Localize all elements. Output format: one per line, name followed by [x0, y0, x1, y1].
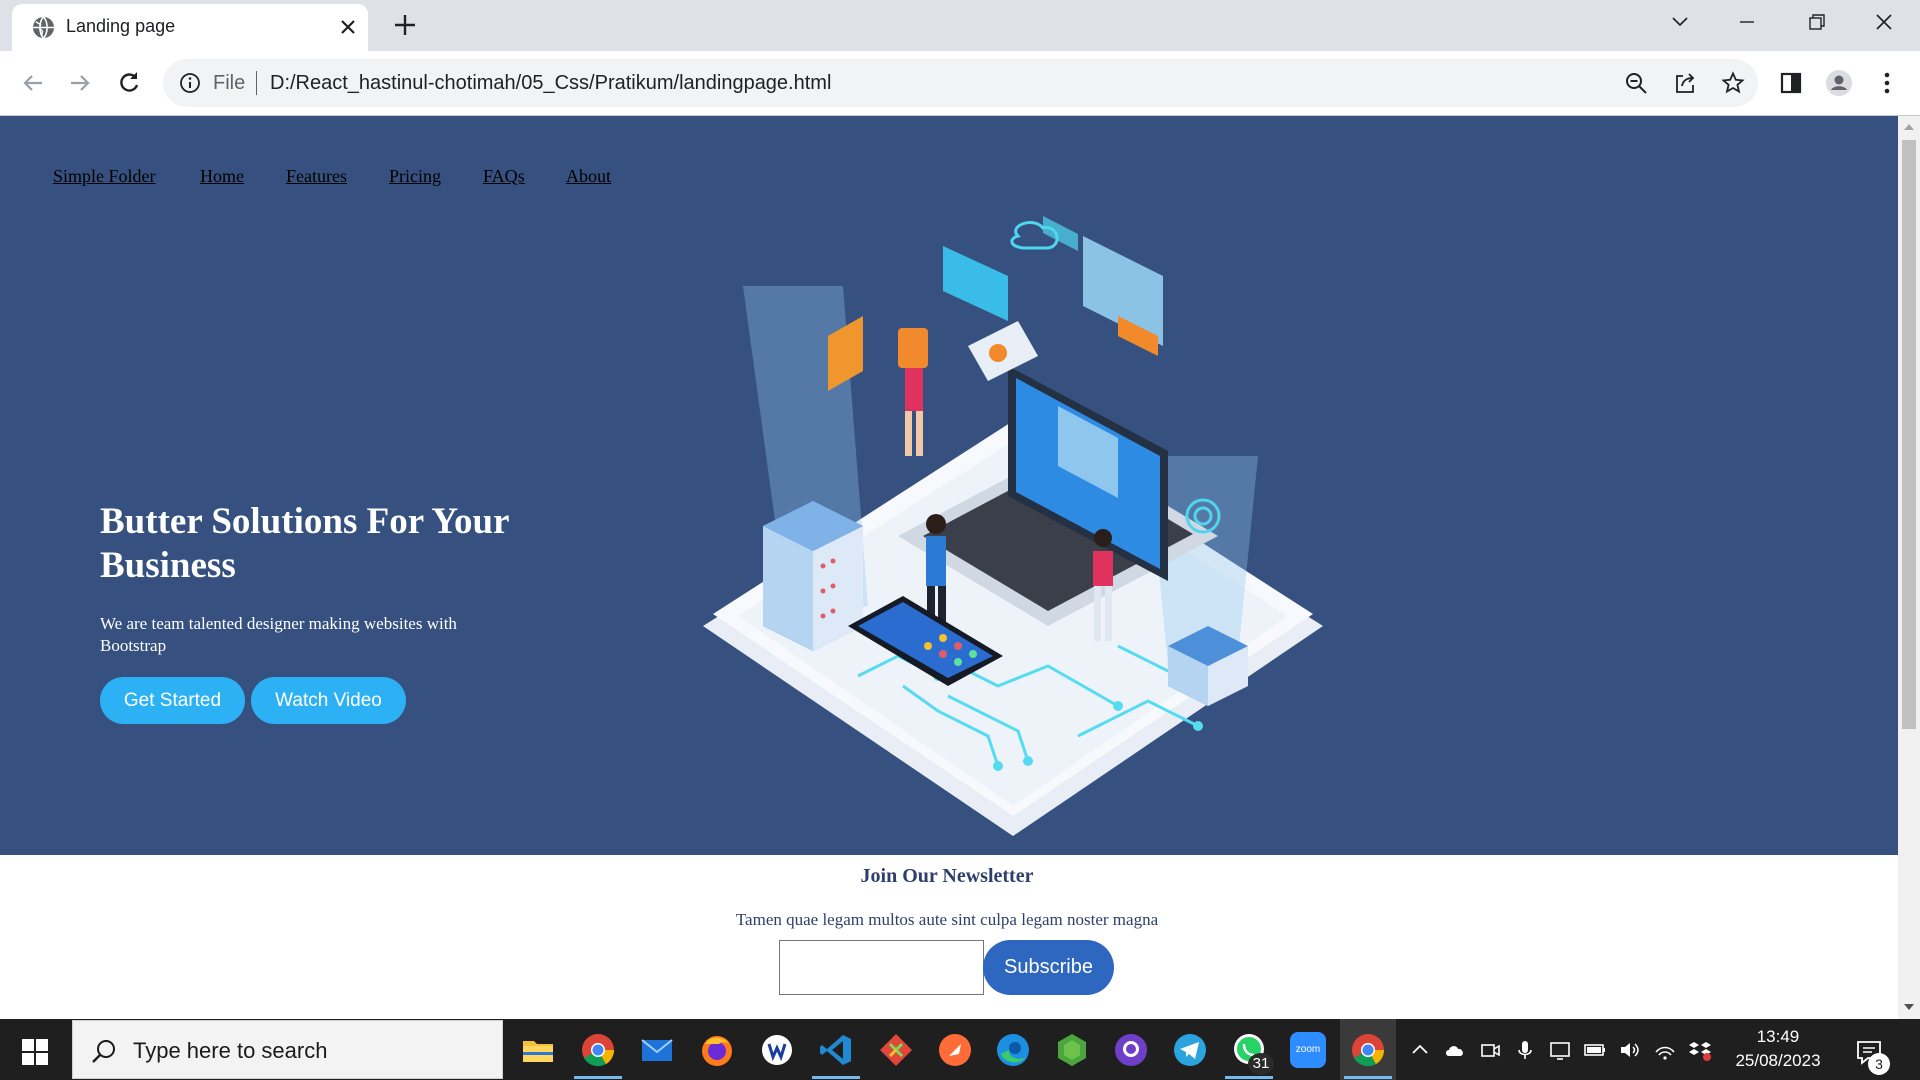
scroll-up-arrow-icon[interactable] — [1903, 122, 1915, 132]
display-icon[interactable] — [1548, 1038, 1572, 1062]
minimize-icon[interactable] — [1729, 8, 1765, 36]
page-scrollbar[interactable] — [1898, 116, 1920, 1019]
file-explorer-icon[interactable] — [520, 1032, 556, 1068]
nav-link-features[interactable]: Features — [286, 166, 347, 187]
browser-toolbar: File D:/React_hastinul-chotimah/05_Css/P… — [0, 51, 1920, 116]
chrome-active-icon[interactable] — [1350, 1032, 1386, 1068]
url-separator — [256, 71, 257, 95]
nav-link-about[interactable]: About — [566, 166, 611, 187]
profile-avatar-icon[interactable] — [1824, 68, 1854, 98]
dropbox-icon[interactable] — [1688, 1038, 1712, 1062]
taskbar-search-placeholder: Type here to search — [133, 1038, 328, 1063]
hero-text-block: Butter Solutions For Your Business We ar… — [100, 500, 560, 657]
reload-icon[interactable] — [114, 68, 144, 98]
tab-title: Landing page — [66, 16, 176, 36]
running-indicator — [1225, 1076, 1273, 1079]
running-indicator — [812, 1076, 860, 1079]
side-panel-icon[interactable] — [1776, 68, 1806, 98]
plus-icon[interactable] — [391, 11, 419, 39]
nav-link-pricing[interactable]: Pricing — [389, 166, 441, 187]
windows-start-icon[interactable] — [22, 1039, 48, 1065]
window-close-icon[interactable] — [1866, 8, 1902, 36]
battery-icon[interactable] — [1583, 1038, 1607, 1062]
nav-link-home[interactable]: Home — [200, 166, 244, 187]
windows-taskbar: Type here to search 31 zoom 13:49 25/08/… — [0, 1019, 1920, 1080]
nav-brand-link[interactable]: Simple Folder — [53, 166, 156, 187]
get-started-button[interactable]: Get Started — [100, 677, 245, 724]
hero-subtitle: We are team talented designer making web… — [100, 614, 457, 655]
wifi-icon[interactable] — [1653, 1038, 1677, 1062]
browser-tab[interactable]: Landing page — [12, 4, 368, 51]
telegram-icon[interactable] — [1172, 1032, 1208, 1068]
search-icon — [92, 1040, 115, 1063]
microphone-icon[interactable] — [1513, 1038, 1537, 1062]
nodejs-icon[interactable] — [1054, 1032, 1090, 1068]
zoom-out-icon[interactable] — [1624, 71, 1648, 95]
floating-ui-panels — [828, 216, 1163, 391]
person-standing-top — [898, 328, 928, 456]
firefox-icon[interactable] — [699, 1032, 735, 1068]
zoom-icon[interactable]: zoom — [1290, 1032, 1326, 1068]
forward-arrow-icon[interactable] — [65, 68, 95, 98]
onedrive-cloud-icon[interactable] — [1443, 1038, 1467, 1062]
taskbar-clock[interactable]: 13:49 25/08/2023 — [1728, 1025, 1828, 1073]
scrollbar-thumb[interactable] — [1902, 140, 1916, 729]
close-icon[interactable] — [336, 15, 360, 39]
running-indicator — [1344, 1076, 1392, 1079]
running-indicator — [574, 1076, 622, 1079]
restore-icon[interactable] — [1798, 8, 1834, 36]
clock-time: 13:49 — [1756, 1027, 1800, 1046]
meet-now-icon[interactable] — [1478, 1038, 1502, 1062]
share-icon[interactable] — [1673, 71, 1697, 95]
newsletter-email-input[interactable] — [779, 940, 984, 995]
nav-link-faqs[interactable]: FAQs — [483, 166, 525, 187]
url-scheme: File — [213, 72, 246, 94]
info-icon[interactable] — [179, 72, 201, 94]
git-icon[interactable] — [878, 1032, 914, 1068]
postman-icon[interactable] — [937, 1032, 973, 1068]
hero-illustration — [703, 216, 1323, 836]
vscode-icon[interactable] — [818, 1032, 854, 1068]
scroll-down-arrow-icon[interactable] — [1903, 1002, 1915, 1012]
whatsapp-badge: 31 — [1248, 1053, 1274, 1075]
newsletter-title: Join Our Newsletter — [860, 865, 1034, 887]
notification-count-badge: 3 — [1868, 1053, 1890, 1075]
mail-icon[interactable] — [639, 1032, 675, 1068]
globe-icon — [32, 16, 55, 39]
chrome-icon[interactable] — [580, 1032, 616, 1068]
chevron-up-icon[interactable] — [1408, 1038, 1432, 1062]
kebab-menu-icon[interactable] — [1872, 68, 1902, 98]
newsletter-subtitle: Tamen quae legam multos aute sint culpa … — [735, 910, 1159, 929]
app-w-icon[interactable] — [759, 1032, 795, 1068]
url-text[interactable]: D:/React_hastinul-chotimah/05_Css/Pratik… — [270, 72, 831, 95]
page-viewport: Simple Folder Home Features Pricing FAQs… — [0, 116, 1898, 1019]
volume-icon[interactable] — [1618, 1038, 1642, 1062]
subscribe-button[interactable]: Subscribe — [983, 940, 1114, 995]
server-rack-left — [763, 501, 863, 651]
github-desktop-icon[interactable] — [1113, 1032, 1149, 1068]
edge-icon[interactable] — [995, 1032, 1031, 1068]
watch-video-button[interactable]: Watch Video — [251, 677, 406, 724]
back-arrow-icon[interactable] — [18, 68, 48, 98]
browser-titlebar: Landing page — [0, 0, 1920, 51]
chevron-down-icon[interactable] — [1662, 8, 1698, 36]
hero-title: Butter Solutions For Your Business — [100, 501, 509, 586]
hero-section: Simple Folder Home Features Pricing FAQs… — [0, 116, 1898, 855]
bookmark-star-icon[interactable] — [1721, 71, 1745, 95]
taskbar-search-box[interactable]: Type here to search — [72, 1020, 503, 1079]
clock-date: 25/08/2023 — [1735, 1051, 1821, 1070]
address-bar[interactable]: File D:/React_hastinul-chotimah/05_Css/P… — [163, 59, 1758, 107]
